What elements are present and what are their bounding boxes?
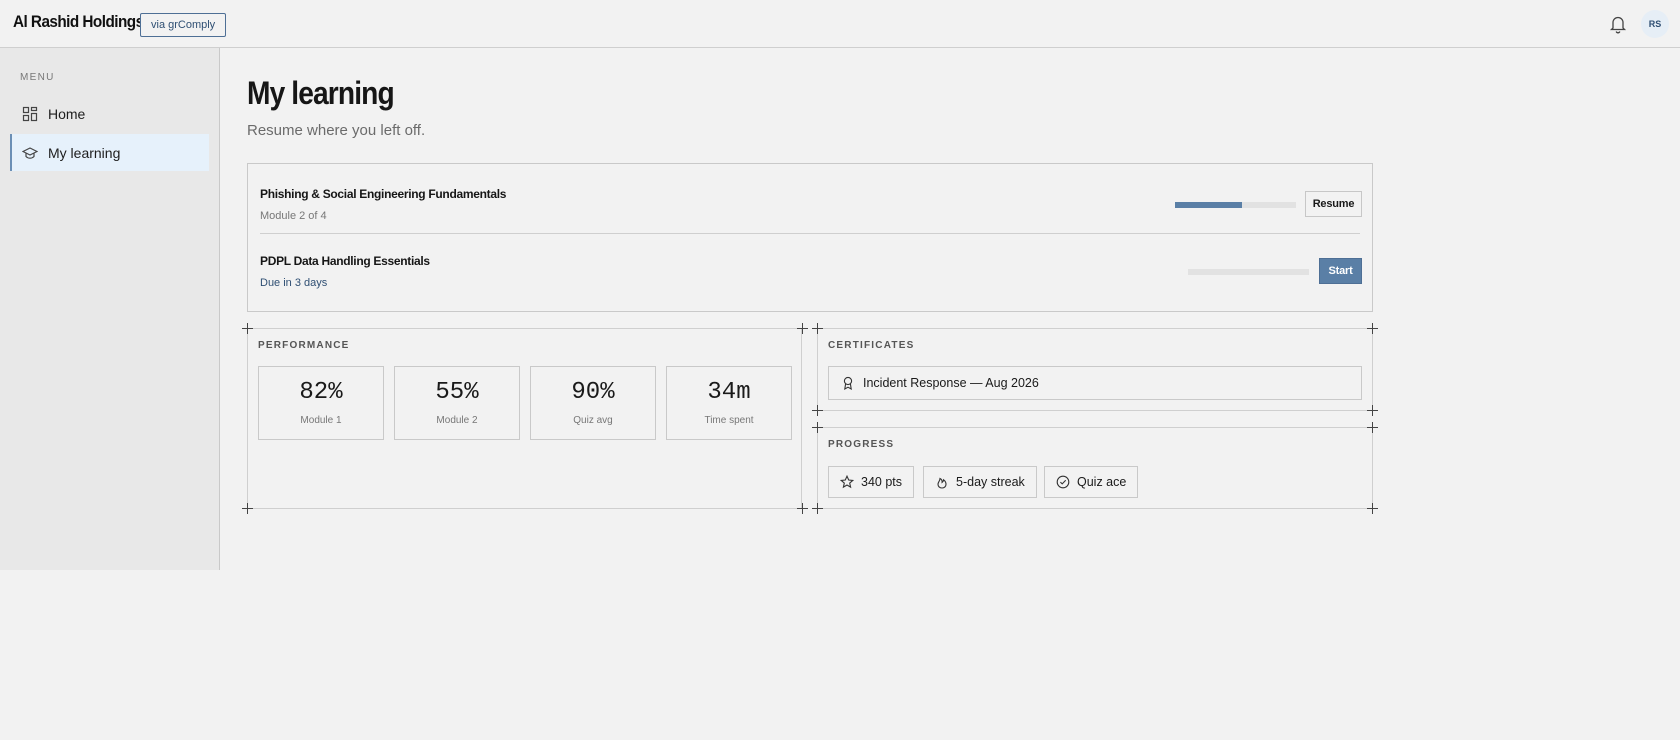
course-row[interactable]: PDPL Data Handling Essentials Due in 3 d… bbox=[260, 241, 1362, 301]
badge-streak: 5-day streak bbox=[923, 466, 1037, 498]
corner-mark bbox=[1367, 323, 1378, 334]
badge-label: 5-day streak bbox=[956, 475, 1025, 489]
start-button[interactable]: Start bbox=[1319, 258, 1362, 284]
course-meta: Module 2 of 4 bbox=[260, 210, 327, 222]
stat-card: 82% Module 1 bbox=[258, 366, 384, 440]
corner-mark bbox=[242, 323, 253, 334]
stat-value: 55% bbox=[435, 379, 479, 406]
performance-label: PERFORMANCE bbox=[258, 340, 350, 351]
stat-label: Module 2 bbox=[436, 415, 478, 426]
corner-mark bbox=[797, 323, 808, 334]
corner-mark bbox=[812, 422, 823, 433]
course-progress-bar bbox=[1188, 269, 1309, 275]
badge-label: Quiz ace bbox=[1077, 475, 1127, 489]
sidebar-item-label: My learning bbox=[48, 144, 121, 161]
sidebar-item-my-learning[interactable]: My learning bbox=[10, 134, 209, 171]
progress-label: PROGRESS bbox=[828, 439, 895, 450]
course-title: Phishing & Social Engineering Fundamenta… bbox=[260, 187, 507, 201]
sidebar-item-home[interactable]: Home bbox=[10, 95, 209, 132]
certificates-label: CERTIFICATES bbox=[828, 340, 915, 351]
badge-quiz-ace: Quiz ace bbox=[1044, 466, 1139, 498]
bell-icon[interactable] bbox=[1609, 14, 1627, 34]
page-title: My learning bbox=[247, 75, 395, 111]
stat-card: 34m Time spent bbox=[666, 366, 792, 440]
stat-label: Time spent bbox=[704, 415, 754, 426]
course-row[interactable]: Phishing & Social Engineering Fundamenta… bbox=[260, 174, 1362, 234]
resume-button[interactable]: Resume bbox=[1305, 191, 1362, 217]
page-subtitle: Resume where you left off. bbox=[247, 122, 426, 139]
course-meta: Due in 3 days bbox=[260, 277, 328, 289]
corner-mark bbox=[812, 503, 823, 514]
course-progress-bar bbox=[1175, 202, 1296, 208]
stat-value: 34m bbox=[707, 379, 751, 406]
corner-mark bbox=[1367, 422, 1378, 433]
course-list: Phishing & Social Engineering Fundamenta… bbox=[247, 163, 1373, 312]
stat-value: 82% bbox=[299, 379, 343, 406]
flame-icon bbox=[935, 475, 949, 489]
stat-label: Module 1 bbox=[300, 415, 342, 426]
corner-mark bbox=[812, 323, 823, 334]
course-title: PDPL Data Handling Essentials bbox=[260, 254, 430, 268]
via-badge[interactable]: via grComply bbox=[140, 13, 227, 37]
badge-points: 340 pts bbox=[828, 466, 915, 498]
stat-label: Quiz avg bbox=[573, 415, 613, 426]
graduation-cap-icon bbox=[22, 145, 38, 161]
corner-mark bbox=[1367, 503, 1378, 514]
check-circle-icon bbox=[1056, 475, 1070, 489]
sidebar: MENU Home My learning bbox=[0, 48, 220, 570]
stat-card: 90% Quiz avg bbox=[530, 366, 656, 440]
top-bar: Al Rashid Holdings via grComply RS bbox=[0, 0, 1680, 48]
menu-label: MENU bbox=[20, 72, 55, 83]
course-progress-fill bbox=[1175, 202, 1242, 208]
grid-icon bbox=[22, 106, 38, 122]
sidebar-item-label: Home bbox=[48, 105, 86, 122]
award-ribbon-icon bbox=[841, 376, 855, 390]
stat-value: 90% bbox=[571, 379, 615, 406]
corner-mark bbox=[242, 503, 253, 514]
certificate-item[interactable]: Incident Response — Aug 2026 bbox=[828, 366, 1362, 400]
badge-label: 340 pts bbox=[861, 475, 903, 489]
org-name: Al Rashid Holdings bbox=[13, 12, 144, 31]
corner-mark bbox=[797, 503, 808, 514]
corner-mark bbox=[812, 405, 823, 416]
avatar[interactable]: RS bbox=[1641, 10, 1669, 38]
star-icon bbox=[840, 475, 854, 489]
stat-card: 55% Module 2 bbox=[394, 366, 520, 440]
corner-mark bbox=[1367, 405, 1378, 416]
certificate-title: Incident Response — Aug 2026 bbox=[863, 376, 1039, 390]
